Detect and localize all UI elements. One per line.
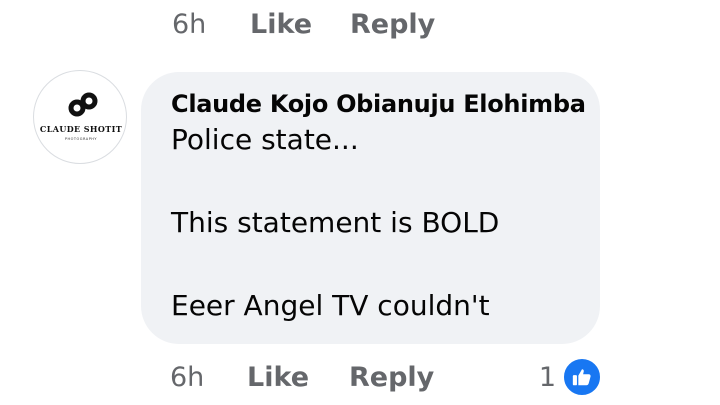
- brand-name: CLAUDE SHOTIT: [40, 124, 122, 134]
- comment-timestamp[interactable]: 6h: [172, 9, 250, 40]
- like-button[interactable]: Like: [247, 362, 349, 393]
- reaction-count: 1: [538, 361, 556, 393]
- comment-text-line: Eeer Angel TV couldn't: [171, 289, 490, 322]
- comment-bubble: Claude Kojo Obianuju Elohimba Police sta…: [141, 72, 600, 344]
- comment-text-line: This statement is BOLD: [171, 206, 500, 239]
- reply-button[interactable]: Reply: [350, 9, 435, 40]
- comment-actions: 6h Like Reply 1: [170, 356, 602, 398]
- thumbs-up-icon: [562, 357, 602, 397]
- like-button[interactable]: Like: [250, 9, 350, 40]
- avatar[interactable]: CLAUDE SHOTIT PHOTOGRAPHY: [33, 70, 127, 164]
- comment-timestamp[interactable]: 6h: [170, 362, 247, 393]
- previous-comment-actions: 6h Like Reply: [172, 4, 435, 44]
- comment-text-line: Police state...: [171, 123, 359, 156]
- comment-author[interactable]: Claude Kojo Obianuju Elohimba: [171, 89, 600, 119]
- reaction-summary[interactable]: 1: [539, 356, 602, 398]
- comment-text-line: [171, 244, 600, 286]
- comment-text: Police state... This statement is BOLD E…: [171, 119, 600, 327]
- brand-logo-icon: CLAUDE SHOTIT PHOTOGRAPHY: [40, 92, 122, 141]
- brand-subtitle: PHOTOGRAPHY: [65, 137, 98, 141]
- reply-button[interactable]: Reply: [349, 362, 434, 393]
- comment-text-line: [171, 161, 600, 203]
